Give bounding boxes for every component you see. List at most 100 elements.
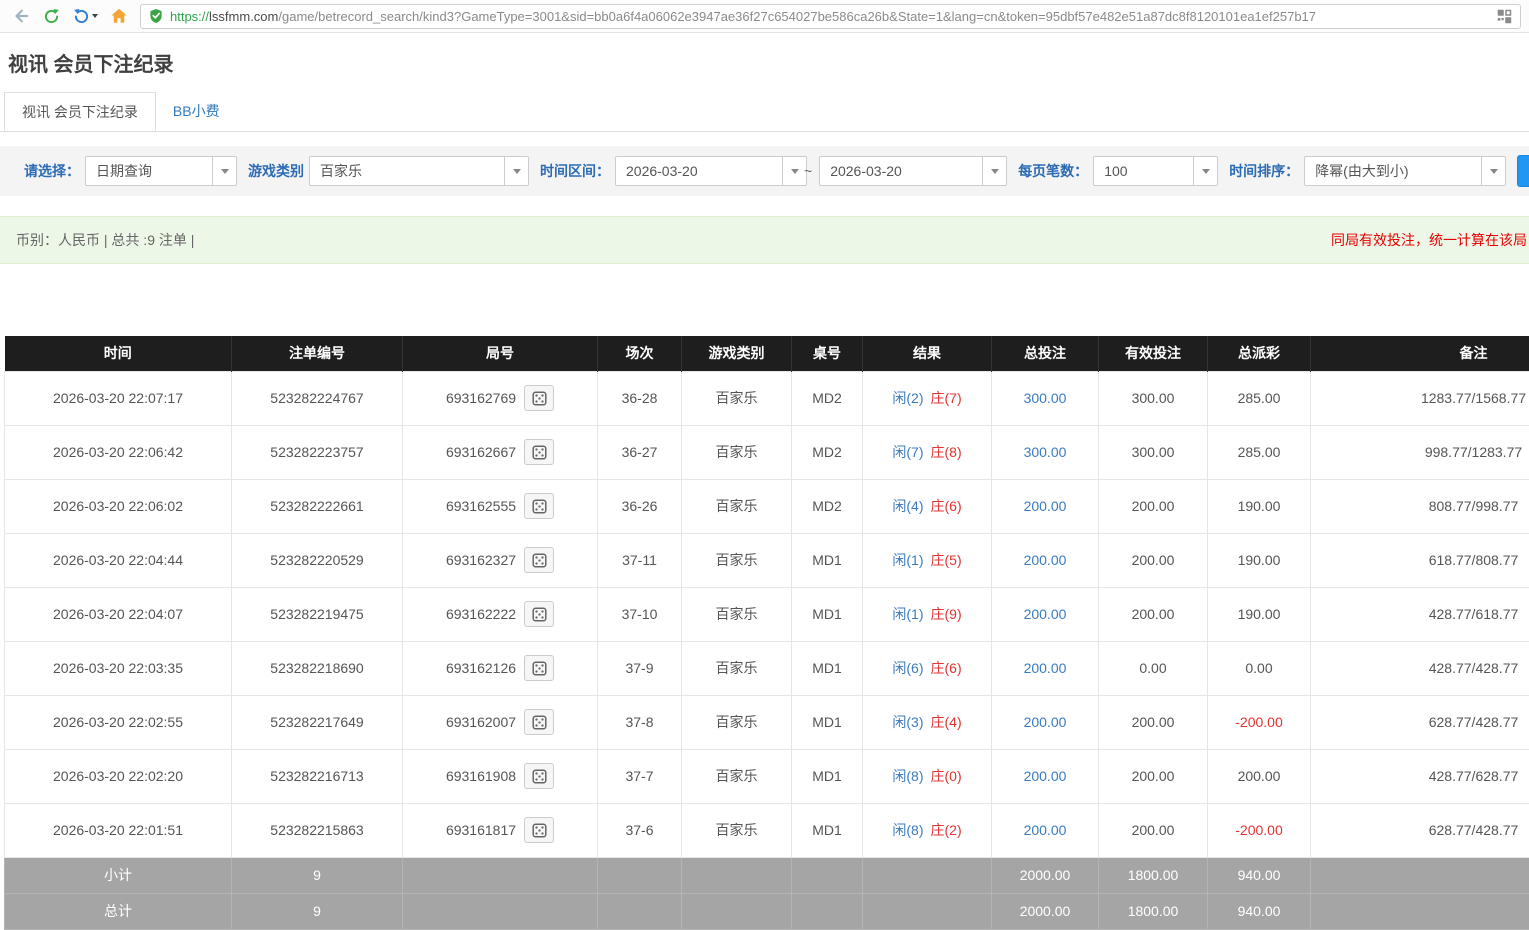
cell-game-type: 百家乐 <box>682 641 792 695</box>
total-bet-link[interactable]: 300.00 <box>1024 390 1067 406</box>
total-bet-link[interactable]: 200.00 <box>1024 768 1067 784</box>
page-size-select[interactable]: 100 <box>1093 156 1218 186</box>
cell-round: 693162555 <box>403 479 598 533</box>
empty-cell <box>863 893 992 929</box>
cell-time: 2026-03-20 22:02:20 <box>5 749 232 803</box>
result-player: 闲(1) <box>892 606 923 622</box>
cell-result: 闲(8)庄(2) <box>863 803 992 857</box>
game-type-select[interactable]: 百家乐 <box>309 156 529 186</box>
cell-game-type: 百家乐 <box>682 749 792 803</box>
cell-session: 36-28 <box>598 371 682 425</box>
back-button[interactable] <box>8 3 34 29</box>
cell-payout: 190.00 <box>1208 587 1311 641</box>
page-size-value: 100 <box>1094 163 1193 179</box>
cell-table-no: MD2 <box>792 371 863 425</box>
game-replay-button[interactable] <box>524 601 554 627</box>
cell-result: 闲(3)庄(4) <box>863 695 992 749</box>
table-row: 2026-03-20 22:04:44 523282220529 6931623… <box>5 533 1529 587</box>
url-scheme: https:// <box>170 9 209 24</box>
total-bet-link[interactable]: 200.00 <box>1024 498 1067 514</box>
cell-time: 2026-03-20 22:02:55 <box>5 695 232 749</box>
game-replay-button[interactable] <box>524 439 554 465</box>
cell-result: 闲(7)庄(8) <box>863 425 992 479</box>
column-header-round: 局号 <box>403 336 598 371</box>
cell-payout: 190.00 <box>1208 479 1311 533</box>
cell-note: 428.77/428.77 <box>1311 641 1529 695</box>
chevron-down-icon <box>92 14 98 18</box>
round-number: 693162126 <box>446 660 516 676</box>
tab-bar: 视讯 会员下注纪录 BB小费 <box>0 92 1529 132</box>
game-replay-button[interactable] <box>524 385 554 411</box>
tab-video-bet-records[interactable]: 视讯 会员下注纪录 <box>4 92 156 131</box>
result-player: 闲(6) <box>892 660 923 676</box>
dice-icon <box>532 823 547 838</box>
game-replay-button[interactable] <box>524 493 554 519</box>
cell-bet-id: 523282218690 <box>232 641 403 695</box>
total-bet-link[interactable]: 200.00 <box>1024 552 1067 568</box>
total-bet-link[interactable]: 200.00 <box>1024 660 1067 676</box>
table-header: 时间 注单编号 局号 场次 游戏类别 桌号 结果 总投注 有效投注 总派彩 备注 <box>5 336 1529 371</box>
cell-session: 37-7 <box>598 749 682 803</box>
total-bet-link[interactable]: 200.00 <box>1024 822 1067 838</box>
query-type-select[interactable]: 日期查询 <box>85 156 237 186</box>
qr-code-icon[interactable] <box>1497 9 1512 24</box>
cell-round: 693161817 <box>403 803 598 857</box>
cell-round: 693162769 <box>403 371 598 425</box>
cell-round: 693162327 <box>403 533 598 587</box>
tab-bb-tip[interactable]: BB小费 <box>156 92 237 131</box>
cell-valid-bet: 300.00 <box>1099 371 1208 425</box>
sort-order-select[interactable]: 降幂(由大到小) <box>1304 156 1506 186</box>
game-replay-button[interactable] <box>524 547 554 573</box>
round-number: 693162007 <box>446 714 516 730</box>
column-header-game-type: 游戏类别 <box>682 336 792 371</box>
total-bet-link[interactable]: 200.00 <box>1024 714 1067 730</box>
cell-session: 37-10 <box>598 587 682 641</box>
undo-history-button[interactable] <box>68 3 102 29</box>
cell-time: 2026-03-20 22:03:35 <box>5 641 232 695</box>
round-number: 693162555 <box>446 498 516 514</box>
total-count: 9 <box>232 893 403 929</box>
column-header-note: 备注 <box>1311 336 1529 371</box>
back-arrow-icon <box>12 7 30 25</box>
url-text[interactable]: https://lssfmm.com/game/betrecord_search… <box>170 9 1489 24</box>
cell-game-type: 百家乐 <box>682 479 792 533</box>
date-to-input[interactable]: 2026-03-20 <box>819 156 1007 186</box>
table-footer: 小计 9 2000.00 1800.00 940.00 总计 9 <box>5 857 1529 929</box>
game-type-label: 游戏类别 <box>248 161 304 181</box>
cell-result: 闲(2)庄(7) <box>863 371 992 425</box>
subtotal-count: 9 <box>232 857 403 893</box>
refresh-icon <box>43 8 60 25</box>
cell-round: 693161908 <box>403 749 598 803</box>
total-bet-link[interactable]: 200.00 <box>1024 606 1067 622</box>
cell-note: 998.77/1283.77 <box>1311 425 1529 479</box>
cell-total-bet: 300.00 <box>992 425 1099 479</box>
game-replay-button[interactable] <box>524 817 554 843</box>
filter-bar: 请选择： 日期查询 游戏类别 百家乐 时间区间： 2026-03-20 ~ 20… <box>0 146 1529 196</box>
refresh-button[interactable] <box>38 3 64 29</box>
cell-result: 闲(8)庄(0) <box>863 749 992 803</box>
cell-time: 2026-03-20 22:07:17 <box>5 371 232 425</box>
game-replay-button[interactable] <box>524 709 554 735</box>
game-replay-button[interactable] <box>524 763 554 789</box>
search-button[interactable] <box>1517 155 1529 187</box>
cell-table-no: MD2 <box>792 479 863 533</box>
address-bar[interactable]: https://lssfmm.com/game/betrecord_search… <box>140 4 1521 29</box>
subtotal-label: 小计 <box>5 857 232 893</box>
round-number: 693162769 <box>446 390 516 406</box>
home-button[interactable] <box>106 3 132 29</box>
game-type-value: 百家乐 <box>310 161 504 181</box>
query-type-label: 请选择： <box>24 161 80 181</box>
empty-cell <box>403 893 598 929</box>
result-banker: 庄(4) <box>931 714 962 730</box>
game-replay-button[interactable] <box>524 655 554 681</box>
table-row: 2026-03-20 22:06:02 523282222661 6931625… <box>5 479 1529 533</box>
cell-valid-bet: 200.00 <box>1099 749 1208 803</box>
date-from-input[interactable]: 2026-03-20 <box>615 156 807 186</box>
cell-bet-id: 523282215863 <box>232 803 403 857</box>
round-number: 693161817 <box>446 822 516 838</box>
cell-total-bet: 200.00 <box>992 641 1099 695</box>
result-banker: 庄(9) <box>931 606 962 622</box>
cell-result: 闲(1) 庄(9) <box>863 587 992 641</box>
cell-valid-bet: 0.00 <box>1099 641 1208 695</box>
total-bet-link[interactable]: 300.00 <box>1024 444 1067 460</box>
